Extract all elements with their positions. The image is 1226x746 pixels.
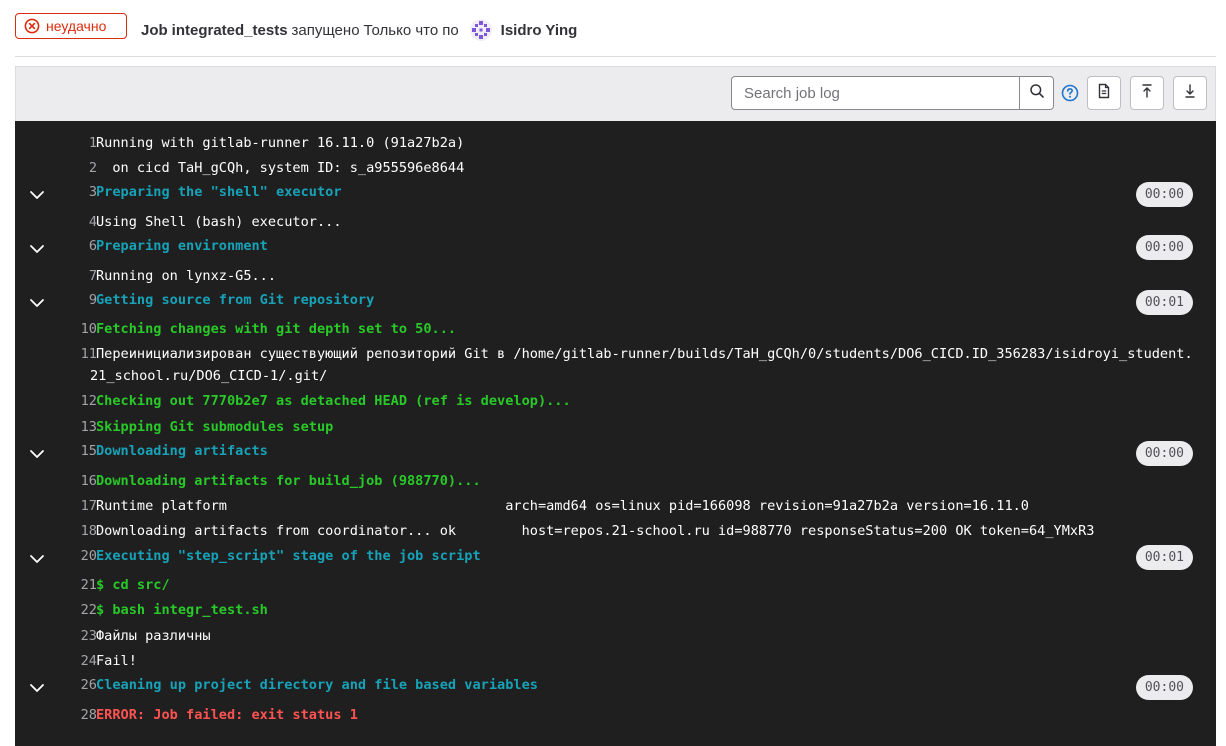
time-text: Только что xyxy=(363,21,439,39)
line-number[interactable]: 1 xyxy=(60,132,97,154)
duration-badge: 00:01 xyxy=(1135,290,1193,315)
job-log: 1 Running with gitlab-runner 16.11.0 (91… xyxy=(15,121,1216,746)
line-text: Downloading artifacts xyxy=(96,443,268,459)
duration-badge: 00:00 xyxy=(1135,235,1193,260)
help-icon[interactable] xyxy=(1061,84,1079,107)
line-text: Downloading artifacts from coordinator..… xyxy=(96,523,1095,539)
avatar[interactable] xyxy=(469,18,493,42)
line-number[interactable]: 22 xyxy=(60,599,97,621)
line-text: ERROR: Job failed: exit status 1 xyxy=(96,707,358,723)
chevron-down-icon[interactable] xyxy=(29,550,45,572)
line-text: Fetching changes with git depth set to 5… xyxy=(96,321,457,337)
line-text: Preparing the "shell" executor xyxy=(96,184,342,200)
job-title: Job integrated_tests запущено Только что по … xyxy=(141,18,577,42)
line-number[interactable]: 28 xyxy=(60,704,97,726)
line-text: Fail! xyxy=(96,653,137,669)
chevron-down-icon[interactable] xyxy=(29,445,45,467)
line-text: Using Shell (bash) executor... xyxy=(96,214,342,230)
duration-badge: 00:00 xyxy=(1135,182,1193,207)
status-label: неудачно xyxy=(46,18,107,34)
user-name-link[interactable]: Isidro Ying xyxy=(501,22,578,39)
duration-badge: 00:00 xyxy=(1135,675,1193,700)
search-input[interactable] xyxy=(732,77,1019,109)
line-number[interactable]: 4 xyxy=(60,211,97,233)
line-number[interactable]: 18 xyxy=(60,520,97,542)
line-number[interactable]: 20 xyxy=(60,545,97,567)
line-text: Downloading artifacts for build_job (988… xyxy=(96,473,481,489)
line-text: Cleaning up project directory and file b… xyxy=(96,677,538,693)
line-text: Getting source from Git repository xyxy=(96,292,375,308)
line-text: Checking out 7770b2e7 as detached HEAD (… xyxy=(96,393,571,409)
raw-log-button[interactable] xyxy=(1087,76,1121,110)
line-number[interactable]: 23 xyxy=(60,625,97,647)
chevron-down-icon[interactable] xyxy=(29,294,45,316)
line-number[interactable]: 12 xyxy=(60,390,97,412)
chevron-down-icon[interactable] xyxy=(29,186,45,208)
line-text: Runtime platform arch=amd64 os=linux pid… xyxy=(96,498,1029,514)
line-number[interactable]: 24 xyxy=(60,650,97,672)
line-text: $ bash integr_test.sh xyxy=(96,602,268,618)
job-label: Job xyxy=(141,21,168,39)
line-text: Preparing environment xyxy=(96,238,268,254)
log-toolbar xyxy=(15,66,1216,122)
line-number[interactable]: 17 xyxy=(60,495,97,517)
line-number[interactable]: 6 xyxy=(60,235,97,257)
by-text: по xyxy=(442,21,459,39)
line-text: Executing "step_script" stage of the job… xyxy=(96,548,481,564)
line-text: Skipping Git submodules setup xyxy=(96,419,334,435)
job-name: integrated_tests xyxy=(171,21,288,39)
line-text: $ cd src/ xyxy=(96,577,170,593)
line-number[interactable]: 10 xyxy=(60,318,97,340)
search-box xyxy=(731,76,1054,110)
scroll-to-bottom-button[interactable] xyxy=(1173,76,1207,110)
line-number[interactable]: 21 xyxy=(60,574,97,596)
line-number[interactable]: 7 xyxy=(60,265,97,287)
line-number[interactable]: 3 xyxy=(60,181,97,203)
status-badge[interactable]: неудачно xyxy=(15,13,127,39)
scroll-to-bottom-icon xyxy=(1182,83,1198,104)
header-divider xyxy=(15,56,1216,57)
line-text: on cicd TaH_gCQh, system ID: s_a955596e8… xyxy=(96,160,465,176)
search-icon xyxy=(1029,83,1045,104)
line-number[interactable]: 13 xyxy=(60,416,97,438)
scroll-to-top-icon xyxy=(1139,83,1155,104)
line-number[interactable]: 2 xyxy=(60,157,97,179)
line-number[interactable]: 15 xyxy=(60,440,97,462)
line-text: Переинициализирован существующий репозит… xyxy=(90,346,1193,384)
line-text: Running on lynxz-G5... xyxy=(96,268,277,284)
raw-log-icon xyxy=(1096,83,1112,104)
search-button[interactable] xyxy=(1019,77,1053,109)
chevron-down-icon[interactable] xyxy=(29,240,45,262)
line-number[interactable]: 16 xyxy=(60,470,97,492)
line-number[interactable]: 9 xyxy=(60,289,97,311)
chevron-down-icon[interactable] xyxy=(29,679,45,701)
duration-badge: 00:01 xyxy=(1135,545,1193,570)
started-text: запущено xyxy=(291,21,360,39)
status-failed-icon xyxy=(24,18,40,34)
duration-badge: 00:00 xyxy=(1135,441,1193,466)
line-number[interactable]: 26 xyxy=(60,674,97,696)
line-text: Running with gitlab-runner 16.11.0 (91a2… xyxy=(96,135,465,151)
scroll-to-top-button[interactable] xyxy=(1130,76,1164,110)
job-header: неудачно Job integrated_tests запущено Толь… xyxy=(0,0,1226,56)
line-text: Файлы различны xyxy=(96,628,211,644)
